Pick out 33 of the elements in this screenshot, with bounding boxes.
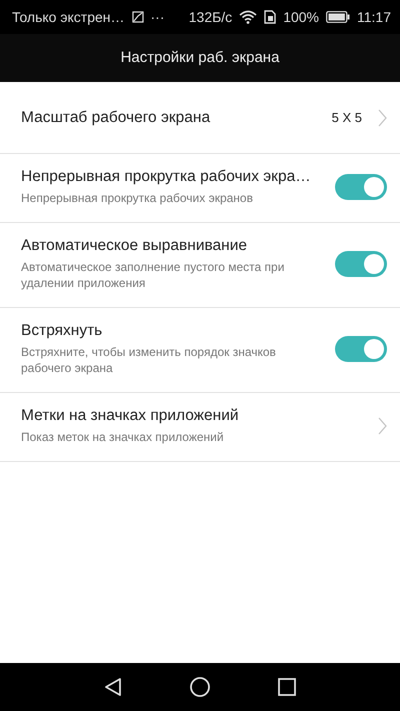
recents-icon[interactable] bbox=[278, 678, 296, 696]
battery-percent: 100% bbox=[283, 9, 319, 25]
chevron-icon bbox=[378, 108, 387, 126]
setting-description: Встряхните, чтобы изменить порядок значков рабочего экрана bbox=[21, 344, 277, 376]
back-icon[interactable] bbox=[104, 677, 122, 697]
network-speed: 132Б/с bbox=[188, 9, 232, 25]
wifi-icon bbox=[239, 10, 258, 24]
setting-title: Автоматическое выравнивание bbox=[21, 237, 248, 255]
chevron-icon bbox=[378, 417, 387, 435]
toggle-switch[interactable] bbox=[335, 174, 387, 200]
settings-row[interactable]: Масштаб рабочего экрана 5 X 5 bbox=[0, 82, 400, 154]
notification-text: Только экстрен… bbox=[12, 9, 124, 25]
setting-title: Встряхнуть bbox=[21, 322, 104, 340]
setting-description: Показ меток на значках приложений bbox=[21, 429, 225, 445]
toggle-switch[interactable] bbox=[335, 336, 387, 362]
setting-description: Непрерывная прокрутка рабочих экранов bbox=[21, 190, 254, 206]
setting-title: Непрерывная прокрутка рабочих экра… bbox=[21, 168, 312, 186]
more-notifications: ··· bbox=[150, 9, 164, 25]
setting-title: Метки на значках приложений bbox=[21, 407, 240, 425]
settings-row[interactable]: Встряхнуть Встряхните, чтобы изменить порядок значков рабочего экрана bbox=[0, 308, 400, 393]
setting-description: Автоматическое заполнение пустого места при удалении приложения bbox=[21, 259, 286, 291]
settings-row[interactable]: Метки на значках приложений Показ меток на значках приложений bbox=[0, 393, 400, 462]
setting-title: Масштаб рабочего экрана bbox=[21, 108, 212, 126]
battery-icon bbox=[326, 11, 350, 23]
image-icon bbox=[132, 11, 144, 23]
setting-value: 5 X 5 bbox=[332, 110, 362, 125]
sim-card-icon bbox=[264, 10, 276, 24]
clock: 11:17 bbox=[357, 9, 391, 25]
home-icon[interactable] bbox=[190, 677, 210, 697]
toggle-switch[interactable] bbox=[335, 251, 387, 277]
screen-title: Настройки раб. экрана bbox=[120, 48, 280, 66]
settings-row[interactable]: Автоматическое выравнивание Автоматическое заполнение пустого места при удалении приложения bbox=[0, 223, 400, 308]
settings-row[interactable]: Непрерывная прокрутка рабочих экра… Непрерывная прокрутка рабочих экранов bbox=[0, 154, 400, 223]
